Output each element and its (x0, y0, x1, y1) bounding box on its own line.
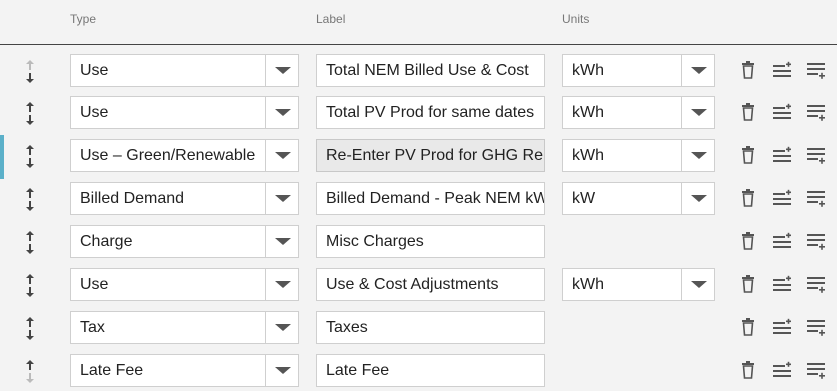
add-row-icon[interactable] (772, 360, 792, 380)
chevron-down-icon[interactable] (265, 269, 298, 300)
units-select-value: kWh (572, 104, 604, 121)
chevron-down-icon[interactable] (265, 355, 298, 386)
chevron-down-icon[interactable] (265, 55, 298, 86)
type-select-value: Tax (80, 319, 105, 336)
type-select-value: Use (80, 276, 109, 293)
insert-row-icon[interactable] (806, 360, 826, 380)
chevron-down-icon[interactable] (265, 183, 298, 214)
add-row-icon[interactable] (772, 145, 792, 165)
label-input[interactable]: Taxes (316, 311, 545, 344)
label-input-value: Use & Cost Adjustments (326, 276, 499, 293)
trash-icon[interactable] (738, 274, 758, 294)
chevron-down-icon[interactable] (681, 140, 714, 171)
type-select[interactable]: Late Fee (70, 354, 299, 387)
units-select-value: kWh (572, 147, 604, 164)
label-input[interactable]: Billed Demand - Peak NEM kW (316, 182, 545, 215)
type-select[interactable]: Tax (70, 311, 299, 344)
chevron-down-icon[interactable] (681, 269, 714, 300)
label-column-header: Label (316, 12, 346, 26)
insert-row-icon[interactable] (806, 102, 826, 122)
type-select-value: Late Fee (80, 362, 144, 379)
trash-icon[interactable] (738, 188, 758, 208)
trash-icon[interactable] (738, 231, 758, 251)
add-row-icon[interactable] (772, 102, 792, 122)
type-select-value: Use (80, 62, 109, 79)
column-header: Type Label Units (0, 0, 837, 45)
units-select[interactable]: kW (562, 182, 715, 215)
trash-icon[interactable] (738, 60, 758, 80)
add-row-icon[interactable] (772, 231, 792, 251)
insert-row-icon[interactable] (806, 145, 826, 165)
table-row: Billed Demand Billed Demand - Peak NEM k… (0, 182, 837, 217)
type-select-value: Use – Green/Renewable (80, 147, 256, 164)
label-input-value: Taxes (326, 319, 368, 336)
chevron-down-icon[interactable] (265, 226, 298, 257)
label-input-value: Total PV Prod for same dates (326, 104, 535, 121)
add-row-icon[interactable] (772, 317, 792, 337)
table-row: Use Total NEM Billed Use & Cost kWh (0, 54, 837, 89)
table-row: Late Fee Late Fee (0, 354, 837, 389)
insert-row-icon[interactable] (806, 317, 826, 337)
type-select-value: Use (80, 104, 109, 121)
units-select-value: kWh (572, 62, 604, 79)
type-select[interactable]: Billed Demand (70, 182, 299, 215)
drag-handle-icon[interactable] (20, 268, 40, 303)
trash-icon[interactable] (738, 360, 758, 380)
units-select-value: kWh (572, 276, 604, 293)
drag-handle-icon[interactable] (20, 96, 40, 131)
insert-row-icon[interactable] (806, 231, 826, 251)
table-row: Use Total PV Prod for same dates kWh (0, 96, 837, 131)
table-row: Use – Green/Renewable Re-Enter PV Prod f… (0, 135, 837, 179)
drag-handle-icon[interactable] (20, 182, 40, 217)
add-row-icon[interactable] (772, 274, 792, 294)
insert-row-icon[interactable] (806, 60, 826, 80)
insert-row-icon[interactable] (806, 274, 826, 294)
type-select[interactable]: Use (70, 268, 299, 301)
drag-handle-icon[interactable] (20, 354, 40, 389)
type-column-header: Type (70, 12, 97, 26)
chevron-down-icon[interactable] (265, 312, 298, 343)
table-row: Tax Taxes (0, 311, 837, 346)
drag-handle-icon[interactable] (20, 139, 40, 174)
add-row-icon[interactable] (772, 188, 792, 208)
drag-handle-icon[interactable] (20, 225, 40, 260)
chevron-down-icon[interactable] (681, 55, 714, 86)
type-select-value: Charge (80, 233, 133, 250)
units-select[interactable]: kWh (562, 54, 715, 87)
add-row-icon[interactable] (772, 60, 792, 80)
trash-icon[interactable] (738, 145, 758, 165)
label-input[interactable]: Late Fee (316, 354, 545, 387)
type-select[interactable]: Use (70, 54, 299, 87)
units-column-header: Units (562, 12, 590, 26)
type-select[interactable]: Charge (70, 225, 299, 258)
label-input[interactable]: Use & Cost Adjustments (316, 268, 545, 301)
drag-handle-icon[interactable] (20, 54, 40, 89)
units-select[interactable]: kWh (562, 96, 715, 129)
label-input-value: Total NEM Billed Use & Cost (326, 62, 529, 79)
label-input[interactable]: Total NEM Billed Use & Cost (316, 54, 545, 87)
label-input-value: Re-Enter PV Prod for GHG Reporting (326, 147, 544, 164)
drag-handle-icon[interactable] (20, 311, 40, 346)
insert-row-icon[interactable] (806, 188, 826, 208)
label-input-value: Misc Charges (326, 233, 424, 250)
table-row: Charge Misc Charges (0, 225, 837, 260)
chevron-down-icon[interactable] (681, 97, 714, 128)
label-input[interactable]: Misc Charges (316, 225, 545, 258)
chevron-down-icon[interactable] (681, 183, 714, 214)
type-select-value: Billed Demand (80, 190, 185, 207)
units-select[interactable]: kWh (562, 139, 715, 172)
label-input-value: Late Fee (326, 362, 390, 379)
trash-icon[interactable] (738, 317, 758, 337)
type-select[interactable]: Use (70, 96, 299, 129)
type-select[interactable]: Use – Green/Renewable (70, 139, 299, 172)
chevron-down-icon[interactable] (265, 97, 298, 128)
units-select-value: kW (572, 190, 596, 207)
label-input[interactable]: Total PV Prod for same dates (316, 96, 545, 129)
label-input[interactable]: Re-Enter PV Prod for GHG Reporting (316, 139, 545, 172)
trash-icon[interactable] (738, 102, 758, 122)
chevron-down-icon[interactable] (265, 140, 298, 171)
table-row: Use Use & Cost Adjustments kWh (0, 268, 837, 303)
units-select[interactable]: kWh (562, 268, 715, 301)
label-input-value: Billed Demand - Peak NEM kW (326, 190, 544, 207)
